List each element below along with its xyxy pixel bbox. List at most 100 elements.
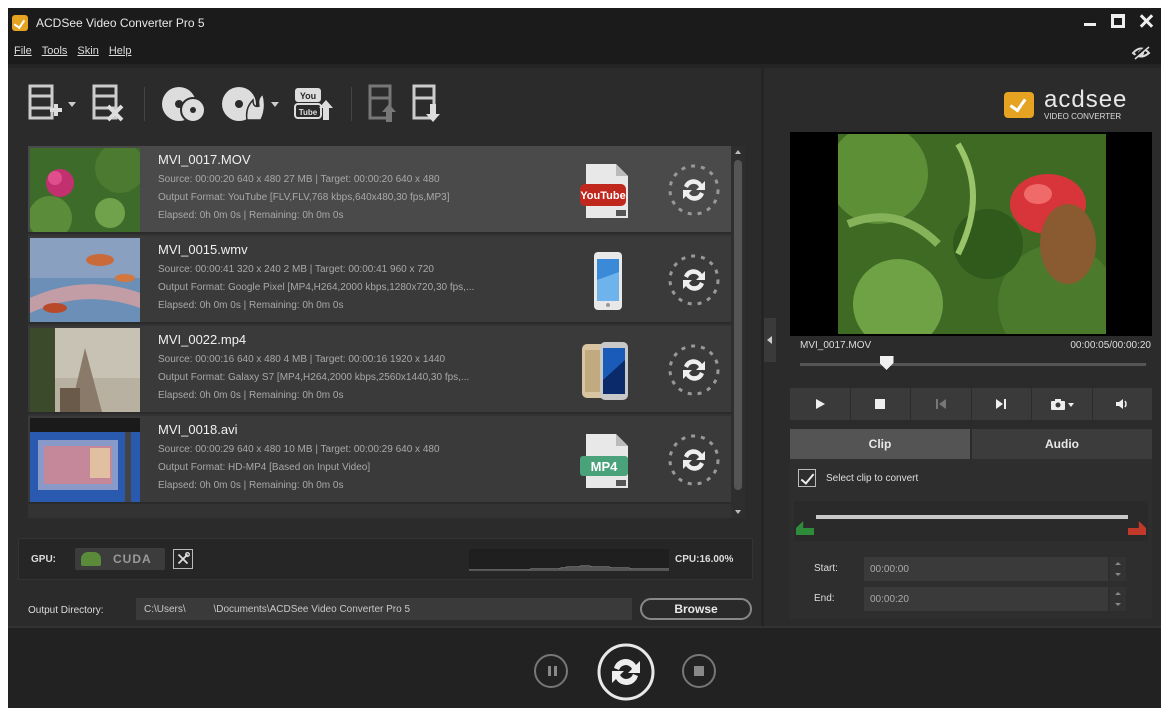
add-video-icon xyxy=(28,84,62,120)
toolbar: You Tube xyxy=(8,68,761,140)
file-list-scrollbar[interactable] xyxy=(731,146,745,518)
start-time-field[interactable] xyxy=(864,557,1108,581)
output-directory-field[interactable] xyxy=(136,598,632,620)
menu-help[interactable]: Help xyxy=(109,45,132,57)
clip-settings: Select clip to convert Start: End: xyxy=(790,459,1152,619)
select-clip-checkbox[interactable] xyxy=(798,469,816,487)
play-icon xyxy=(815,399,825,409)
remove-video-button[interactable] xyxy=(90,84,126,124)
acdsee-app-icon xyxy=(12,15,28,31)
app-window: ACDSee Video Converter Pro 5 File Tools … xyxy=(8,8,1161,708)
scroll-down-icon[interactable] xyxy=(735,510,741,514)
file-name: MVI_0017.MOV xyxy=(158,152,251,167)
tab-audio[interactable]: Audio xyxy=(972,429,1152,459)
eye-icon[interactable] xyxy=(1131,41,1151,61)
file-source-info: Source: 00:00:16 640 x 480 4 MB | Target… xyxy=(158,354,446,365)
convert-status-icon[interactable] xyxy=(664,430,724,490)
cuda-label: CUDA xyxy=(113,552,152,566)
previous-frame-button[interactable] xyxy=(911,388,972,420)
start-time-stepper[interactable] xyxy=(1110,557,1126,581)
collapse-panel-button[interactable] xyxy=(764,318,776,362)
close-button[interactable] xyxy=(1139,14,1153,28)
svg-text:MP4: MP4 xyxy=(591,459,619,474)
file-elapsed: Elapsed: 0h 0m 0s | Remaining: 0h 0m 0s xyxy=(158,480,344,491)
acdsee-logo-icon xyxy=(1004,91,1034,118)
minimize-button[interactable] xyxy=(1083,14,1097,28)
end-time-stepper[interactable] xyxy=(1110,587,1126,611)
youtube-upload-button[interactable]: You Tube xyxy=(293,84,333,124)
menu-file[interactable]: File xyxy=(14,45,32,57)
cpu-usage-graph xyxy=(469,549,669,571)
seek-thumb[interactable] xyxy=(879,356,894,370)
scroll-up-icon[interactable] xyxy=(735,150,741,154)
pause-button[interactable] xyxy=(534,654,568,688)
youtube-format-icon[interactable]: YouTube xyxy=(576,160,636,222)
move-down-button[interactable] xyxy=(412,84,442,124)
cuda-toggle-button[interactable]: CUDA xyxy=(75,548,165,570)
preview-clip-name: MVI_0017.MOV xyxy=(800,340,872,351)
burn-disc-button[interactable] xyxy=(221,84,279,124)
tab-clip[interactable]: Clip xyxy=(790,429,970,459)
browse-button[interactable]: Browse xyxy=(640,598,752,620)
seek-slider[interactable] xyxy=(800,356,1146,370)
scrollbar-thumb[interactable] xyxy=(734,160,742,490)
skip-forward-icon xyxy=(996,399,1007,409)
menu-tools[interactable]: Tools xyxy=(42,45,68,57)
end-time-field[interactable] xyxy=(864,587,1108,611)
svg-text:You: You xyxy=(300,91,316,101)
convert-status-icon[interactable] xyxy=(664,160,724,220)
next-frame-button[interactable] xyxy=(972,388,1032,420)
trim-start-handle[interactable] xyxy=(796,521,814,535)
menu-bar: File Tools Skin Help xyxy=(8,38,1161,64)
youtube-upload-icon: You Tube xyxy=(294,88,333,120)
skip-back-icon xyxy=(935,399,946,409)
bottom-control-bar xyxy=(8,626,1161,708)
trim-track[interactable] xyxy=(816,515,1128,519)
maximize-button[interactable] xyxy=(1111,14,1125,28)
mp4-file-icon[interactable]: MP4 xyxy=(576,430,636,492)
menu-skin[interactable]: Skin xyxy=(77,45,98,57)
load-disc-button[interactable] xyxy=(161,84,207,124)
preview-panel: acdsee VIDEO CONVERTER MVI_0017.MOV 00:0… xyxy=(764,68,1161,626)
trim-slider[interactable] xyxy=(794,501,1148,541)
select-clip-label: Select clip to convert xyxy=(826,473,919,484)
stop-icon xyxy=(875,399,886,409)
nvidia-icon xyxy=(81,552,101,566)
window-title: ACDSee Video Converter Pro 5 xyxy=(36,16,205,30)
galaxy-s7-phone-icon[interactable] xyxy=(576,340,636,402)
chevron-down-icon xyxy=(271,101,279,107)
file-row[interactable]: MVI_0022.mp4 Source: 00:00:16 640 x 480 … xyxy=(28,326,739,414)
file-output-format: Output Format: Galaxy S7 [MP4,H264,2000 … xyxy=(158,372,470,383)
add-video-button[interactable] xyxy=(28,84,76,124)
video-thumbnail xyxy=(30,238,140,322)
file-source-info: Source: 00:00:29 640 x 480 10 MB | Targe… xyxy=(158,444,440,455)
trim-end-handle[interactable] xyxy=(1128,521,1146,535)
file-source-info: Source: 00:00:20 640 x 480 27 MB | Targe… xyxy=(158,174,440,185)
file-output-format: Output Format: HD-MP4 [Based on Input Vi… xyxy=(158,462,371,473)
stop-conversion-button[interactable] xyxy=(682,654,716,688)
start-convert-button[interactable] xyxy=(596,642,656,702)
playback-controls xyxy=(790,388,1152,420)
file-row[interactable]: MVI_0018.avi Source: 00:00:29 640 x 480 … xyxy=(28,416,739,504)
preview-frame xyxy=(838,134,1106,334)
volume-icon xyxy=(1116,399,1127,409)
snapshot-button[interactable] xyxy=(1032,388,1093,420)
convert-status-icon[interactable] xyxy=(664,250,724,310)
play-button[interactable] xyxy=(790,388,851,420)
toolbar-divider xyxy=(144,87,145,121)
convert-status-icon[interactable] xyxy=(664,340,724,400)
video-thumbnail xyxy=(30,148,140,232)
dvd-disc-icon xyxy=(162,87,206,123)
file-row[interactable]: MVI_0017.MOV Source: 00:00:20 640 x 480 … xyxy=(28,146,739,234)
cpu-usage-label: CPU:16.00% xyxy=(675,554,734,565)
stop-button[interactable] xyxy=(851,388,911,420)
tools-icon[interactable] xyxy=(173,549,193,569)
file-name: MVI_0015.wmv xyxy=(158,242,248,257)
google-pixel-phone-icon[interactable] xyxy=(576,250,636,312)
volume-button[interactable] xyxy=(1093,388,1153,420)
start-label: Start: xyxy=(814,563,838,574)
file-row[interactable]: MVI_0015.wmv Source: 00:00:41 320 x 240 … xyxy=(28,236,739,324)
video-preview[interactable] xyxy=(790,132,1152,336)
move-up-button[interactable] xyxy=(368,84,398,124)
window-controls xyxy=(1083,14,1153,28)
